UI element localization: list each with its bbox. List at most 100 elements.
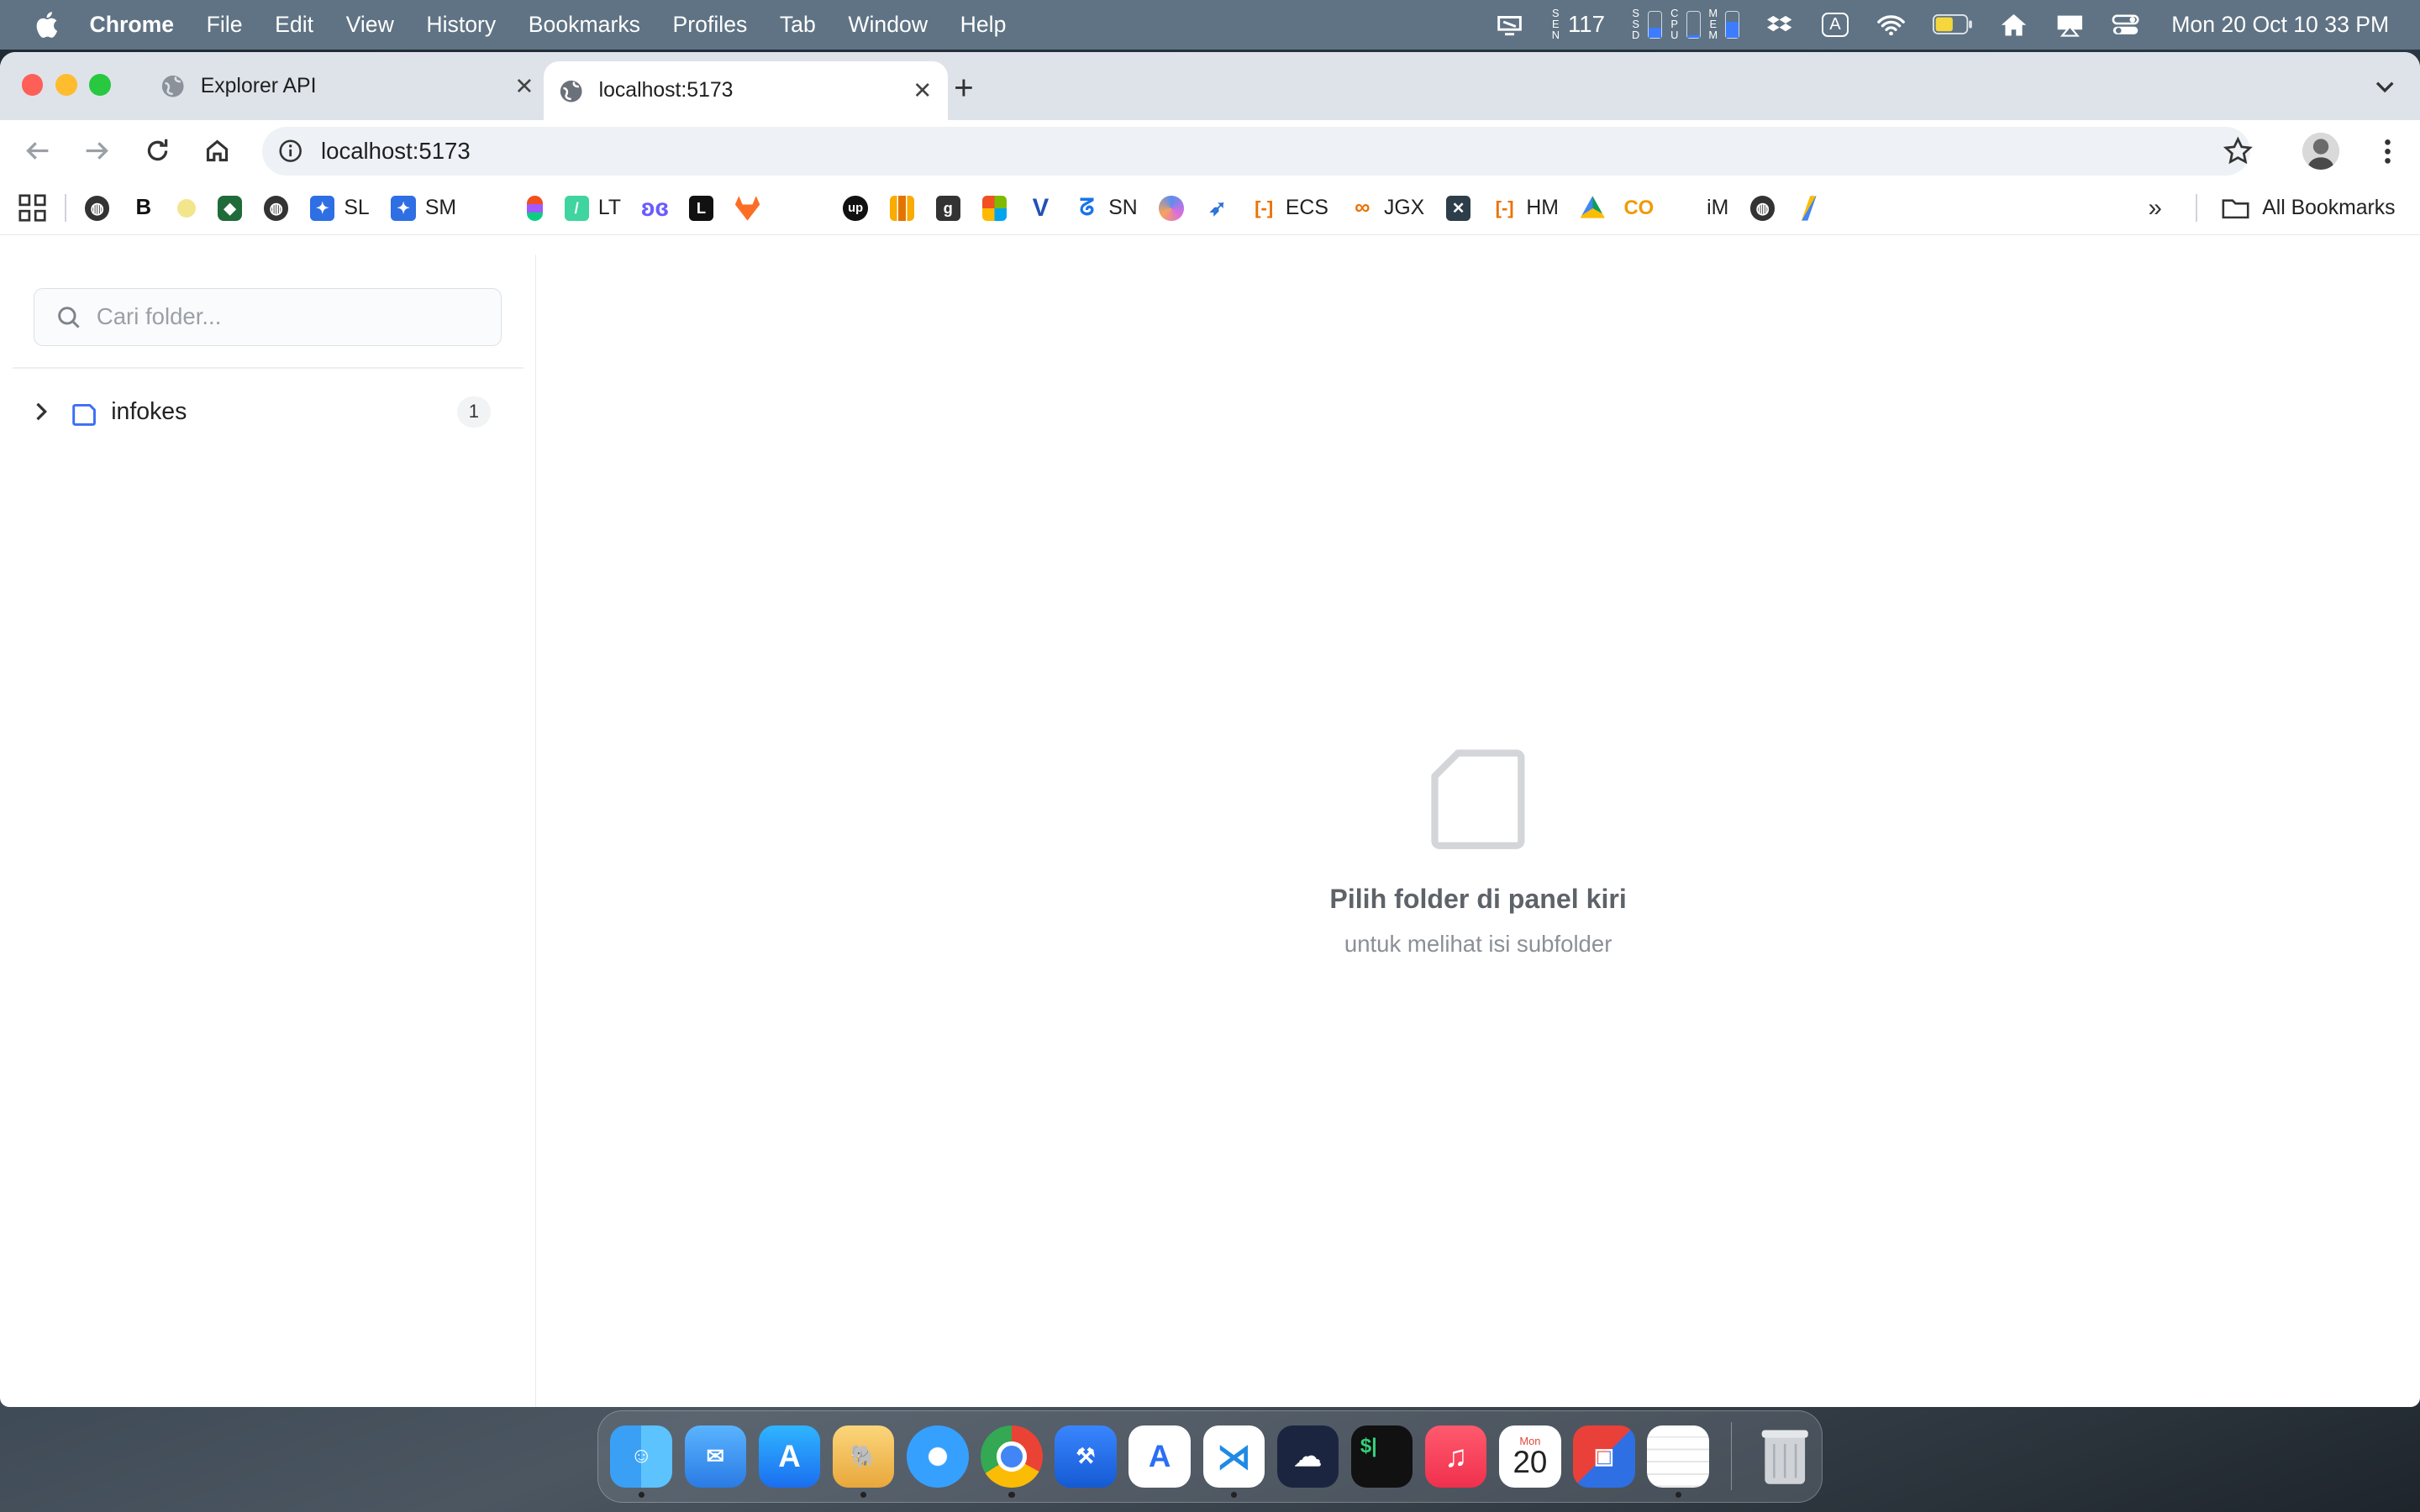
tab-title: Explorer API	[200, 74, 317, 97]
bookmark-globe-3[interactable]: ◍	[1749, 196, 1776, 221]
app-menu-chrome[interactable]: Chrome	[90, 12, 175, 38]
menu-view[interactable]: View	[346, 12, 394, 38]
bookmark-upwork[interactable]: up	[843, 196, 868, 221]
bookmark-label: SM	[424, 196, 456, 219]
bookmark-globe-2[interactable]: ◍	[263, 196, 289, 221]
bookmark-im[interactable]: iM	[1673, 196, 1728, 220]
all-bookmarks-button[interactable]: All Bookmarks	[2222, 197, 2396, 220]
tableplus-icon[interactable]: 🐘	[832, 1425, 895, 1499]
bookmark-sl[interactable]: ✦ SL	[310, 196, 370, 221]
menu-file[interactable]: File	[207, 12, 243, 38]
bookmark-figma[interactable]	[527, 196, 543, 221]
bookmark-drive[interactable]	[1580, 196, 1605, 220]
app-store-icon[interactable]: A	[758, 1425, 821, 1488]
finder-icon[interactable]: ☺	[610, 1425, 672, 1499]
bookmark-sn[interactable]: ᘔ SN	[1075, 194, 1138, 220]
menu-profiles[interactable]: Profiles	[673, 12, 748, 38]
tab-strip: Explorer API ✕ localhost:5173 ✕ +	[0, 52, 2420, 121]
zoom-window-button[interactable]	[89, 74, 112, 96]
home-icon[interactable]	[199, 133, 236, 170]
bookmark-ads[interactable]	[1797, 196, 1821, 221]
profile-avatar[interactable]	[2302, 132, 2340, 171]
close-tab-icon[interactable]: ✕	[514, 73, 534, 100]
bookmark-star-icon[interactable]	[2223, 136, 2254, 174]
bookmark-hm[interactable]: [-] HM	[1492, 196, 1559, 220]
tree-item-infokes[interactable]: infokes 1	[28, 393, 506, 430]
bookmark-sm[interactable]: ✦ SM	[391, 196, 456, 221]
control-center-icon[interactable]	[2110, 13, 2141, 37]
bookmark-globe[interactable]: ◍	[84, 196, 110, 221]
bookmark-g[interactable]: g	[935, 196, 960, 221]
close-window-button[interactable]	[21, 74, 44, 96]
bookmark-l[interactable]: L	[688, 196, 714, 221]
airplay-icon[interactable]	[2054, 13, 2086, 37]
bracket-icon: [-]	[1495, 197, 1514, 218]
apps-grid-icon[interactable]	[18, 194, 46, 222]
input-source-icon[interactable]: A	[1820, 12, 1851, 38]
vscode-icon[interactable]: ⋊	[1202, 1425, 1265, 1499]
bookmark-tool[interactable]: ✕	[1445, 196, 1471, 221]
notes-icon[interactable]	[1647, 1425, 1709, 1499]
menubar-clock[interactable]: Mon 20 Oct 10 33 PM	[2171, 12, 2389, 38]
bookmark-microsoft[interactable]	[981, 196, 1007, 221]
globe-icon: ◍	[84, 196, 110, 221]
more-menu-icon[interactable]	[2383, 136, 2392, 174]
safari-icon[interactable]: ➚	[907, 1425, 969, 1488]
bookmark-sun[interactable]	[177, 198, 197, 218]
calendar-icon[interactable]: Mon 20	[1499, 1425, 1561, 1488]
xcode-icon[interactable]: ⚒	[1055, 1425, 1117, 1488]
empty-state: Pilih folder di panel kiri untuk melihat…	[536, 748, 2420, 958]
screens-icon[interactable]: ▣	[1573, 1425, 1635, 1488]
cloud-icon[interactable]: ☁	[1276, 1425, 1339, 1488]
tab-explorer-api[interactable]: Explorer API ✕	[148, 52, 550, 120]
bookmark-ecs[interactable]: [-] ECS	[1252, 196, 1328, 220]
menu-edit[interactable]: Edit	[275, 12, 313, 38]
close-tab-icon[interactable]: ✕	[913, 77, 932, 104]
bookmark-lt[interactable]: / LT	[564, 196, 621, 221]
ssd-stat[interactable]: S S D C P U M E M	[1629, 8, 1740, 41]
dropbox-icon[interactable]	[1765, 13, 1796, 37]
bookmark-analytics[interactable]	[889, 196, 914, 221]
terminal-icon[interactable]: $|	[1350, 1425, 1413, 1488]
minimize-window-button[interactable]	[55, 74, 77, 96]
bookmark-v[interactable]: V	[1028, 194, 1053, 222]
bookmark-copilot[interactable]	[1159, 196, 1184, 221]
instruments-icon[interactable]: A	[1128, 1425, 1191, 1488]
wifi-icon[interactable]	[1876, 13, 1907, 37]
bookmark-gitlab[interactable]	[734, 196, 760, 221]
monitor-icon[interactable]	[1494, 13, 1525, 37]
menu-window[interactable]: Window	[848, 12, 928, 38]
tab-localhost[interactable]: localhost:5173 ✕	[543, 61, 948, 121]
bookmark-arrow[interactable]: ➶	[1205, 196, 1229, 220]
search-input[interactable]	[93, 302, 471, 333]
sensor-stat[interactable]: S E N 117	[1549, 8, 1605, 41]
address-bar[interactable]: localhost:5173	[262, 126, 2253, 176]
site-info-icon[interactable]	[278, 139, 302, 163]
chrome-icon[interactable]	[981, 1425, 1043, 1499]
copilot-icon	[1159, 196, 1184, 221]
back-icon[interactable]	[18, 133, 55, 170]
reload-icon[interactable]	[139, 133, 176, 170]
more-bookmarks-icon[interactable]: »	[2149, 194, 2162, 223]
battery-icon[interactable]	[1931, 13, 1974, 37]
apple-menu-icon[interactable]	[34, 11, 58, 39]
chevron-right-icon[interactable]	[28, 400, 52, 424]
trash-icon[interactable]	[1754, 1425, 1815, 1487]
mail-icon[interactable]: ✉	[684, 1425, 747, 1488]
music-icon[interactable]: ♫	[1425, 1425, 1487, 1488]
bookmark-jgx[interactable]: ∞ JGX	[1350, 196, 1424, 220]
menu-bookmarks[interactable]: Bookmarks	[529, 12, 640, 38]
bookmark-b[interactable]: B	[131, 196, 155, 220]
macos-dock: ☺ ✉ A 🐘 ➚ ⚒ A ⋊ ☁ $| ♫ Mon 20 ▣	[597, 1410, 1823, 1503]
forward-icon[interactable]	[79, 133, 116, 170]
tab-search-icon[interactable]	[2368, 71, 2402, 102]
menu-history[interactable]: History	[426, 12, 496, 38]
folder-search[interactable]	[34, 288, 502, 346]
home-icon[interactable]	[1999, 13, 2030, 37]
bookmark-co[interactable]: CO	[1623, 196, 1654, 220]
menu-help[interactable]: Help	[960, 12, 1007, 38]
new-tab-button[interactable]: +	[954, 68, 974, 108]
bookmark-butterfly[interactable]: ʚɞ	[641, 194, 669, 222]
bookmark-shield[interactable]: ◆	[217, 196, 243, 221]
menu-tab[interactable]: Tab	[780, 12, 816, 38]
